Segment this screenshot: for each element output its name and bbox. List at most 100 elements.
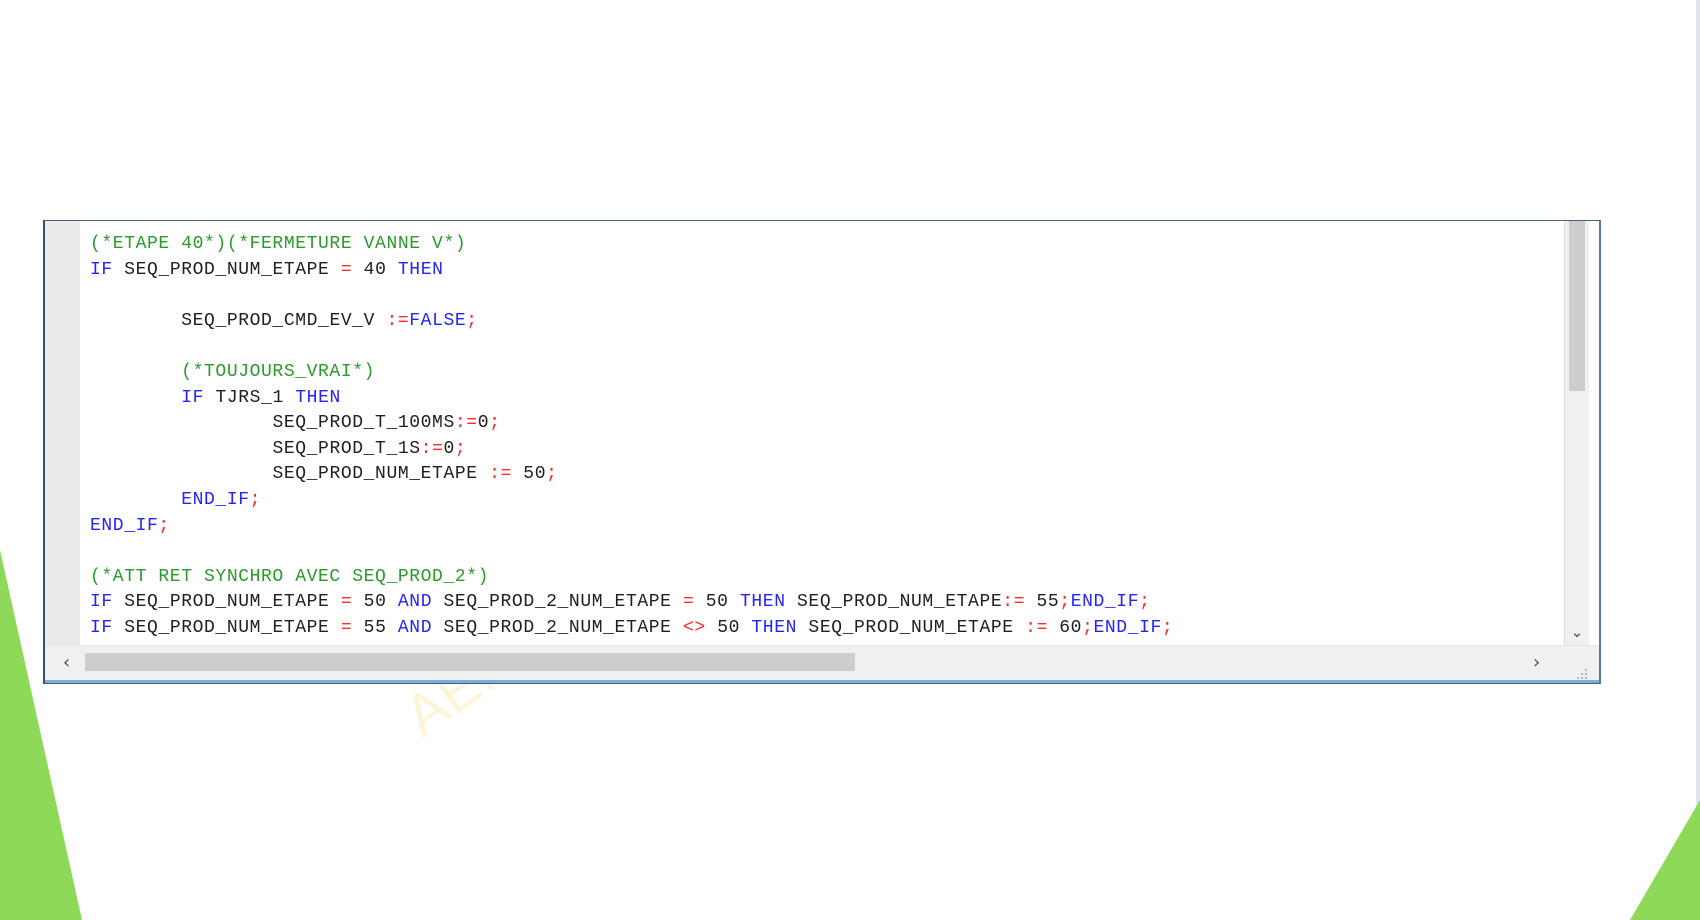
code-line: (*ETAPE 40*)(*FERMETURE VANNE V*) [90, 234, 467, 254]
code-token: END_IF [1070, 592, 1140, 613]
code-token: SEQ_PROD_NUM_ETAPE [124, 592, 330, 613]
vertical-scroll-thumb[interactable] [1569, 221, 1585, 391]
chevron-left-icon[interactable]: ‹ [63, 653, 81, 673]
code-token: IF [90, 617, 113, 638]
code-token: = [340, 259, 353, 280]
code-token: = [340, 592, 353, 613]
horizontal-scrollbar[interactable]: ‹ › [45, 645, 1599, 683]
code-line: (*TOUJOURS_VRAI*) [90, 361, 376, 382]
code-token: := [1002, 592, 1026, 613]
code-token: END_IF [1093, 617, 1162, 638]
code-token: 50 [717, 617, 740, 638]
code-token: SEQ_PROD_2_NUM_ETAPE [443, 617, 672, 638]
code-line: END_IF; [90, 488, 1565, 514]
code-line: END_IF; [90, 514, 1565, 540]
code-token: SEQ_PROD_2_NUM_ETAPE [443, 592, 672, 613]
green-right-decoration [1630, 800, 1700, 920]
code-token: ; [1059, 592, 1071, 613]
code-token: AND [397, 592, 433, 613]
code-token: 50 [523, 464, 547, 485]
code-token: ; [1139, 592, 1151, 613]
code-token: 0 [477, 413, 490, 434]
code-token: ; [158, 515, 170, 536]
code-token: AND [397, 617, 433, 638]
code-token: 50 [363, 592, 387, 613]
chevron-down-icon[interactable]: ⌄ [1565, 622, 1589, 642]
code-token: ; [466, 310, 478, 331]
code-token: <> [682, 617, 706, 638]
code-token: 60 [1059, 617, 1083, 638]
code-token: IF [90, 592, 113, 613]
code-editor-window: (*ETAPE 40*)(*FERMETURE VANNE V*) IF SEQ_… [43, 220, 1601, 684]
code-line: SEQ_PROD_CMD_EV_V :=FALSE; [90, 309, 1565, 335]
code-token: IF [181, 387, 205, 408]
vertical-scrollbar[interactable]: ⌄ [1564, 221, 1589, 648]
code-line: IF SEQ_PROD_NUM_ETAPE = 50 AND SEQ_PROD_… [90, 590, 1565, 616]
code-line: IF SEQ_PROD_NUM_ETAPE = 40 THEN [90, 258, 1565, 284]
code-token: SEQ_PROD_T_1S [272, 438, 421, 459]
code-token: := [489, 464, 512, 485]
code-token: := [454, 413, 478, 434]
code-token: := [386, 310, 410, 331]
code-token: SEQ_PROD_CMD_EV_V [181, 310, 376, 331]
code-line: IF TJRS_1 THEN [90, 386, 1565, 412]
resize-grip-icon[interactable] [1569, 661, 1587, 679]
slide-right-border [1696, 0, 1700, 820]
code-token: := [1025, 617, 1048, 638]
code-token: THEN [751, 617, 798, 638]
code-token: ; [1082, 617, 1094, 638]
code-token: ; [546, 464, 558, 485]
code-token: THEN [740, 592, 786, 613]
code-token: 40 [363, 259, 387, 280]
code-text-area[interactable]: (*ETAPE 40*)(*FERMETURE VANNE V*) IF SEQ_… [90, 232, 1565, 646]
editor-gutter [45, 221, 81, 646]
chevron-right-icon[interactable]: › [1533, 653, 1551, 673]
horizontal-scroll-thumb[interactable] [85, 653, 855, 671]
code-token: IF [90, 259, 113, 280]
code-line: IF SEQ_PROD_NUM_ETAPE = 55 AND SEQ_PROD_… [90, 616, 1565, 642]
code-token: ; [454, 438, 467, 459]
code-token: SEQ_PROD_NUM_ETAPE [808, 617, 1014, 638]
code-token: END_IF [181, 489, 250, 510]
code-token: 55 [1036, 592, 1060, 613]
code-token: ; [489, 413, 501, 434]
code-line: SEQ_PROD_T_1S:=0; [90, 437, 1565, 463]
code-token: SEQ_PROD_NUM_ETAPE [124, 617, 330, 638]
code-token: = [340, 617, 353, 638]
code-token: SEQ_PROD_T_100MS [272, 413, 455, 434]
code-token: 55 [363, 617, 387, 638]
code-token: 50 [705, 592, 729, 613]
code-token: 0 [443, 438, 455, 459]
code-token: ; [1161, 617, 1174, 638]
